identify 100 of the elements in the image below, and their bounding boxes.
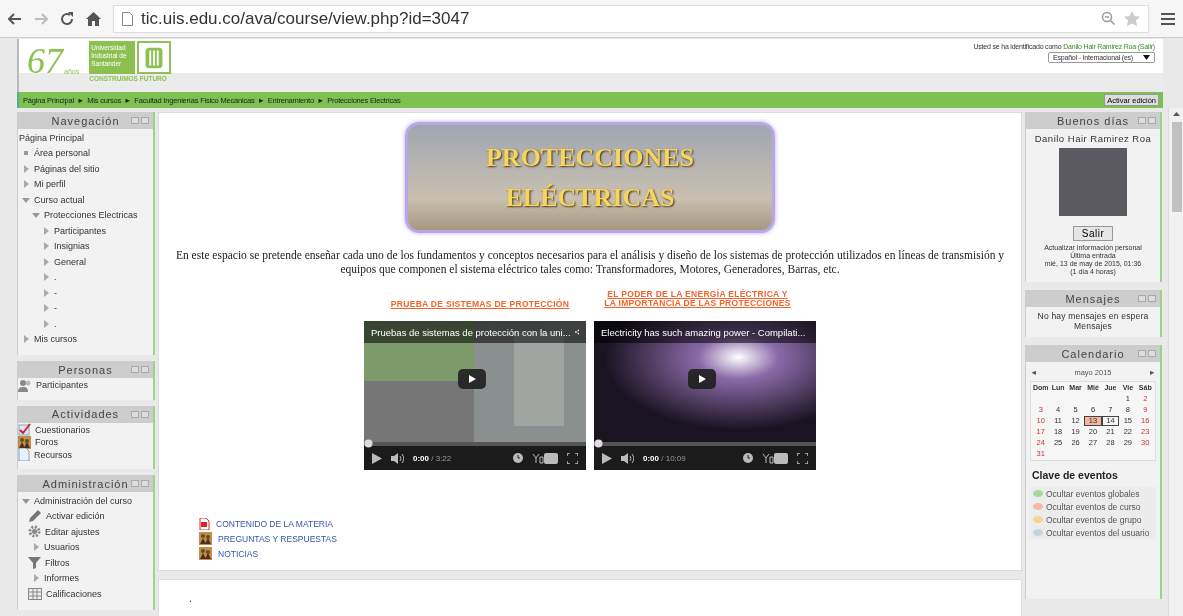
block-controls-icon[interactable] <box>131 117 149 124</box>
nav-item[interactable]: Foros <box>35 437 58 448</box>
people-icon <box>18 378 32 392</box>
play-button-icon[interactable] <box>688 369 716 389</box>
resource-link[interactable]: CONTENIDO DE LA MATERIA <box>216 519 333 529</box>
collapsed-triangle-icon[interactable] <box>22 335 30 344</box>
collapsed-triangle-icon[interactable] <box>42 288 50 297</box>
photo-placeholder <box>1059 148 1127 216</box>
messages-status: No hay mensajes en espera <box>1037 311 1149 321</box>
forward-arrow-icon[interactable] <box>34 11 48 26</box>
home-icon[interactable] <box>86 11 101 26</box>
collapsed-triangle-icon[interactable] <box>42 257 50 266</box>
nav-item[interactable]: - <box>54 303 57 314</box>
nav-item[interactable]: Informes <box>44 573 79 584</box>
nav-item[interactable]: Filtros <box>45 557 70 568</box>
forum-icon <box>199 532 212 545</box>
video-time: 0:00 / 3:22 <box>413 453 452 463</box>
address-bar[interactable]: tic.uis.edu.co/ava/course/view.php?id=3047 <box>113 4 1149 33</box>
expanded-triangle-icon[interactable] <box>22 195 30 204</box>
clock-icon[interactable] <box>513 453 523 463</box>
bookmark-star-icon[interactable] <box>1124 11 1140 26</box>
block-title: Buenos días <box>1056 114 1130 127</box>
nav-item[interactable]: Protecciones Electricas <box>44 210 138 221</box>
block-controls-icon[interactable] <box>1138 350 1156 357</box>
progress-handle[interactable] <box>594 439 603 448</box>
collapsed-triangle-icon[interactable] <box>42 304 50 313</box>
nav-item[interactable]: Participantes <box>54 225 107 236</box>
university-emblem-icon <box>137 41 172 74</box>
eye-icon[interactable] <box>1033 529 1043 536</box>
nav-item[interactable]: Participantes <box>36 380 89 391</box>
collapsed-triangle-icon[interactable] <box>22 164 30 173</box>
nav-item[interactable]: Páginas del sitio <box>34 163 100 174</box>
expanded-triangle-icon[interactable] <box>32 211 40 220</box>
video-progress-bar[interactable] <box>594 439 816 448</box>
video-time: 0:00 / 10:09 <box>643 453 686 463</box>
zoom-icon[interactable] <box>1101 11 1116 26</box>
nav-item[interactable]: Administración del curso <box>34 495 133 506</box>
table-icon <box>28 587 42 600</box>
collapsed-triangle-icon[interactable] <box>42 226 50 235</box>
nav-item[interactable]: General <box>54 256 87 267</box>
nav-item[interactable]: Curso actual <box>34 194 85 205</box>
reload-icon[interactable] <box>60 11 74 26</box>
video-player[interactable]: Pruebas de sistemas de protección con la uni... 0:00 / 3:22 <box>364 321 586 470</box>
nav-item[interactable]: Activar edición <box>46 511 105 522</box>
nav-item[interactable]: - <box>54 287 57 298</box>
course-description: En este espacio se pretende enseñar cada uno de los fundamentos y conceptos necesarios para el análisis y diseño de los sistemas de protección utilizados en líneas de transmisión y equipos que componen el sistema eléctrico tales como: Transformadores, Motores, Generadores, Barras, etc. <box>174 248 1006 276</box>
block-controls-icon[interactable] <box>131 366 149 373</box>
menu-icon[interactable] <box>1161 12 1175 25</box>
block-controls-icon[interactable] <box>131 480 149 487</box>
fullscreen-icon[interactable] <box>567 452 578 464</box>
fullscreen-icon[interactable] <box>797 452 808 464</box>
block-controls-icon[interactable] <box>1138 117 1156 124</box>
eye-icon[interactable] <box>1033 516 1043 523</box>
block-title: Navegación <box>51 114 120 127</box>
dropdown-caret-icon <box>1143 54 1150 61</box>
collapsed-triangle-icon[interactable] <box>42 242 50 251</box>
nav-item[interactable]: Cuestionarios <box>35 424 91 435</box>
collapsed-triangle-icon[interactable] <box>32 543 40 552</box>
video-logo-icon[interactable] <box>532 452 558 464</box>
play-icon[interactable] <box>602 452 612 464</box>
nav-item[interactable]: Usuarios <box>44 542 80 553</box>
resource-link[interactable]: NOTICIAS <box>218 548 259 559</box>
video-logo-icon[interactable] <box>762 452 788 464</box>
progress-handle[interactable] <box>364 439 373 448</box>
resource-link[interactable]: PREGUNTAS Y RESPUESTAS <box>218 533 337 544</box>
block-controls-icon[interactable] <box>131 410 149 418</box>
collapsed-triangle-icon[interactable] <box>42 319 50 328</box>
play-icon[interactable] <box>372 452 382 464</box>
block-title: Administración <box>42 477 129 490</box>
nav-item[interactable]: Calificaciones <box>46 588 102 599</box>
anniversary-logo: 67 <box>27 41 63 81</box>
logout-button[interactable]: Salir <box>1072 226 1114 241</box>
volume-icon[interactable] <box>391 452 404 464</box>
eye-icon[interactable] <box>1033 503 1043 510</box>
url-text: tic.uis.edu.co/ava/course/view.php?id=3047 <box>141 8 471 29</box>
user-name: Danilo Hair Ramirez Roa <box>1034 133 1152 144</box>
eye-icon[interactable] <box>1033 490 1043 497</box>
nav-item[interactable]: Mis cursos <box>34 334 77 345</box>
nav-item[interactable]: Recursos <box>34 449 72 460</box>
block-title: Mensajes <box>1065 292 1121 305</box>
video-player[interactable]: Electricity has such amazing power - Compilati... 0:00 / 10:09 <box>594 321 816 470</box>
collapsed-triangle-icon[interactable] <box>22 180 30 189</box>
clock-icon[interactable] <box>743 453 753 463</box>
messages-link[interactable]: Mensajes <box>1074 321 1112 331</box>
filter-icon <box>28 556 41 570</box>
nav-item[interactable]: Página Principal <box>19 132 85 143</box>
collapsed-triangle-icon[interactable] <box>42 273 50 282</box>
expanded-triangle-icon[interactable] <box>22 496 30 505</box>
collapsed-triangle-icon[interactable] <box>32 574 40 583</box>
video-progress-bar[interactable] <box>364 439 586 448</box>
volume-icon[interactable] <box>621 452 634 464</box>
nav-item[interactable]: Mi perfil <box>34 179 66 190</box>
nav-item[interactable]: Insignias <box>54 241 90 252</box>
back-arrow-icon[interactable] <box>8 11 22 26</box>
nav-item[interactable]: Área personal <box>34 148 91 159</box>
play-button-icon[interactable] <box>458 369 486 389</box>
nav-item[interactable]: Editar ajustes <box>45 526 100 537</box>
nav-item[interactable]: . <box>54 272 57 283</box>
nav-item[interactable]: . <box>54 318 57 329</box>
block-controls-icon[interactable] <box>1138 295 1156 302</box>
